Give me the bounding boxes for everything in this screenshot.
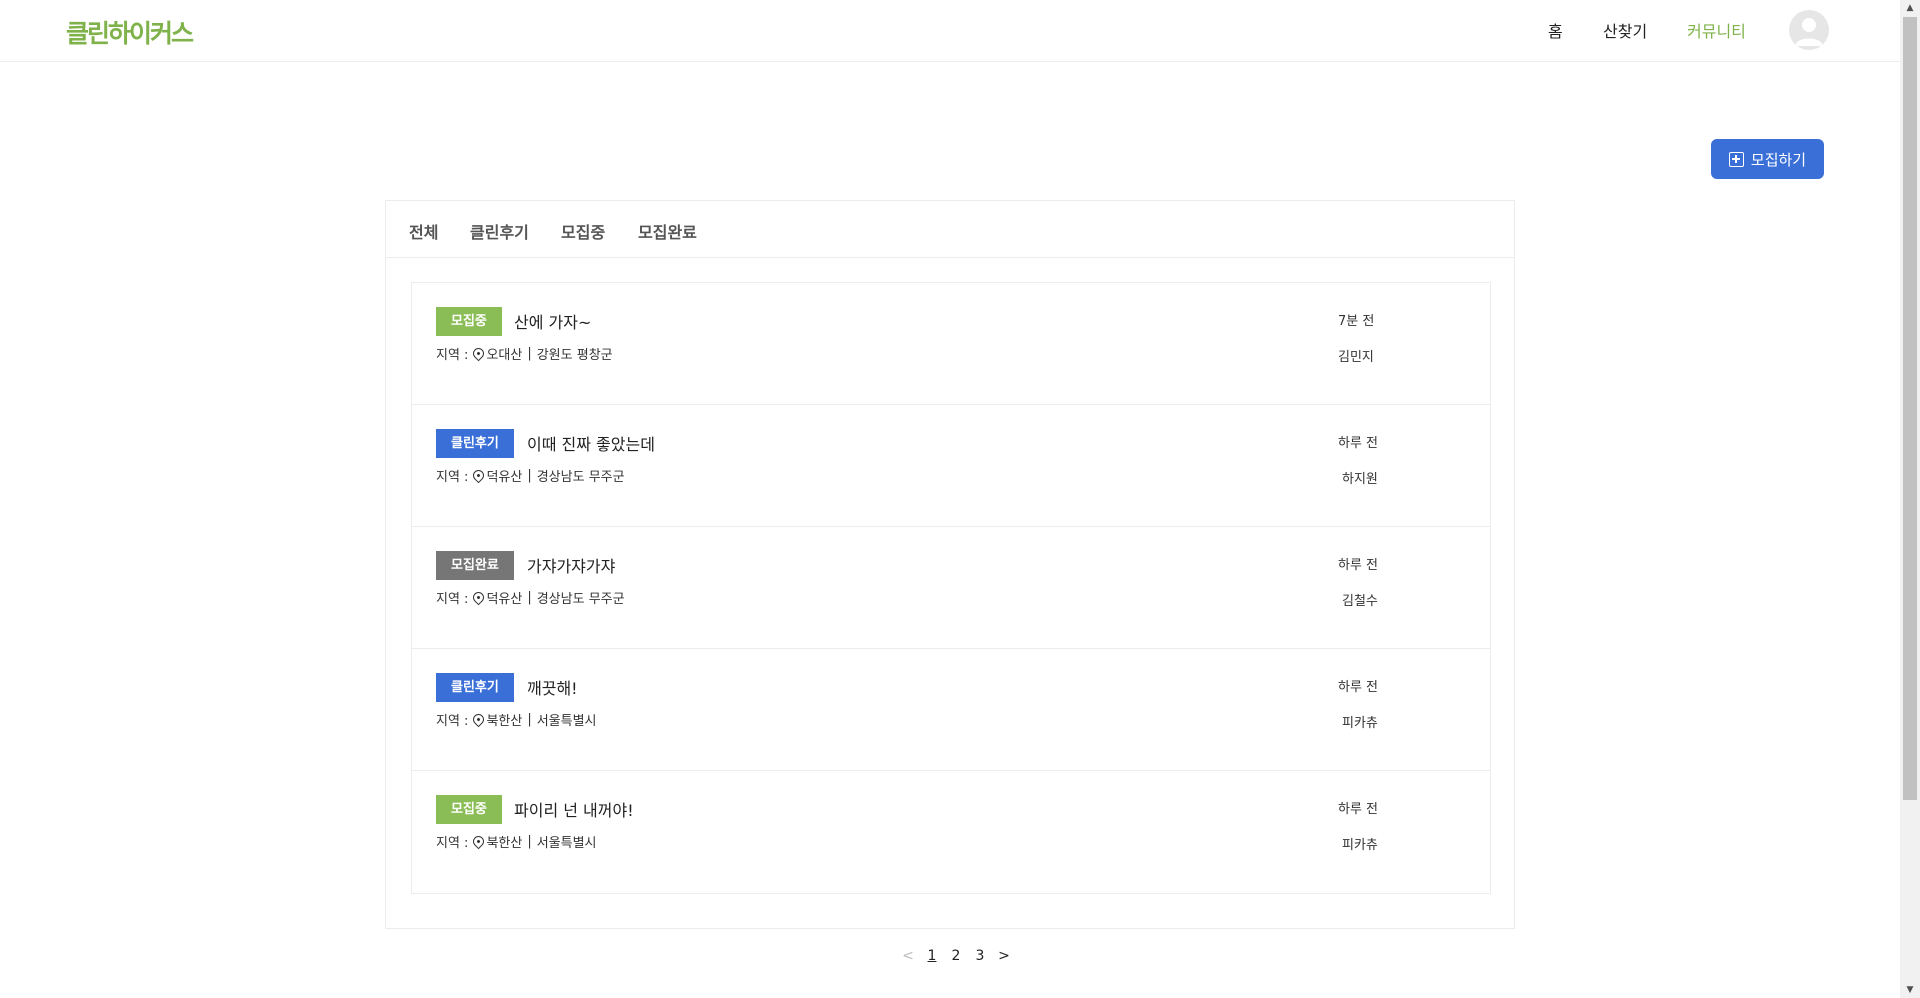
divider: |	[527, 590, 532, 605]
post-location: 경상남도 무주군	[536, 470, 625, 485]
next-page-button[interactable]: >	[992, 948, 1016, 964]
nav-home[interactable]: 홈	[1548, 18, 1563, 42]
divider: |	[527, 346, 532, 361]
post-mountain: 덕유산	[486, 470, 523, 485]
post-row[interactable]: 클린후기 이때 진짜 좋았는데 지역 : 덕유산 | 경상남도 무주군 하루 전…	[412, 405, 1490, 527]
post-region: 지역 : 오대산 | 강원도 평창군	[436, 344, 613, 363]
post-title: 이때 진짜 좋았는데	[527, 435, 655, 454]
tab-recruiting[interactable]: 모집중	[561, 219, 605, 243]
status-badge: 모집완료	[436, 551, 514, 580]
post-row[interactable]: 모집중 산에 가자~ 지역 : 오대산 | 강원도 평창군 7분 전 김민지	[412, 283, 1490, 405]
scroll-down-arrow-icon[interactable]: ▼	[1900, 982, 1920, 998]
page-3-button[interactable]: 3	[968, 948, 992, 964]
tab-all[interactable]: 전체	[409, 219, 438, 243]
post-time: 하루 전	[1338, 436, 1379, 451]
post-author: 김철수	[1342, 594, 1378, 609]
divider: |	[527, 834, 532, 849]
post-title: 산에 가자~	[514, 313, 592, 332]
post-time: 하루 전	[1338, 558, 1379, 573]
post-mountain: 오대산	[486, 348, 523, 363]
prev-page-button[interactable]: <	[896, 948, 920, 964]
user-avatar-icon[interactable]	[1789, 10, 1829, 50]
divider: |	[527, 712, 532, 727]
post-mountain: 북한산	[486, 836, 523, 851]
status-badge: 클린후기	[436, 429, 514, 458]
site-logo[interactable]: 클린하이커스	[66, 14, 194, 50]
post-time: 하루 전	[1338, 802, 1379, 817]
scrollbar-thumb[interactable]	[1903, 17, 1917, 800]
post-list: 모집중 산에 가자~ 지역 : 오대산 | 강원도 평창군 7분 전 김민지 클…	[411, 282, 1491, 894]
page-1-button[interactable]: 1	[920, 948, 944, 964]
post-author: 피카츄	[1342, 716, 1378, 731]
post-mountain: 북한산	[486, 714, 523, 729]
status-badge: 클린후기	[436, 673, 514, 702]
scroll-up-arrow-icon[interactable]: ▲	[1900, 0, 1920, 16]
tab-clean-review[interactable]: 클린후기	[470, 219, 529, 243]
status-badge: 모집중	[436, 795, 502, 824]
tab-recruit-done[interactable]: 모집완료	[638, 219, 697, 243]
post-location: 경상남도 무주군	[536, 592, 625, 607]
nav-mountain-search[interactable]: 산찾기	[1603, 18, 1647, 42]
post-region: 지역 : 덕유산 | 경상남도 무주군	[436, 466, 625, 485]
post-title: 깨끗해!	[527, 679, 578, 698]
post-row[interactable]: 클린후기 깨끗해! 지역 : 북한산 | 서울특별시 하루 전 피카츄	[412, 649, 1490, 771]
location-pin-icon	[471, 345, 487, 362]
post-region: 지역 : 북한산 | 서울특별시	[436, 832, 597, 851]
post-title: 가쟈가쟈가쟈	[527, 557, 616, 576]
page-2-button[interactable]: 2	[944, 948, 968, 964]
location-pin-icon	[471, 467, 487, 484]
post-region: 지역 : 북한산 | 서울특별시	[436, 710, 597, 729]
filter-tabs: 전체 클린후기 모집중 모집완료	[386, 201, 1514, 258]
post-time: 7분 전	[1338, 314, 1375, 329]
post-author: 피카츄	[1342, 838, 1378, 853]
recruit-button-label: 모집하기	[1750, 150, 1807, 169]
divider: |	[527, 468, 532, 483]
location-pin-icon	[471, 711, 487, 728]
post-location: 강원도 평창군	[536, 348, 613, 363]
pagination: < 1 2 3 >	[896, 948, 1016, 964]
post-author: 김민지	[1338, 350, 1374, 365]
region-label: 지역 :	[436, 470, 469, 485]
post-region: 지역 : 덕유산 | 경상남도 무주군	[436, 588, 625, 607]
plus-square-icon	[1728, 151, 1744, 167]
region-label: 지역 :	[436, 836, 469, 851]
recruit-button[interactable]: 모집하기	[1711, 139, 1824, 179]
post-title: 파이리 넌 내꺼야!	[514, 801, 634, 820]
region-label: 지역 :	[436, 714, 469, 729]
post-location: 서울특별시	[536, 714, 597, 729]
status-badge: 모집중	[436, 307, 502, 336]
post-row[interactable]: 모집중 파이리 넌 내꺼야! 지역 : 북한산 | 서울특별시 하루 전 피카츄	[412, 771, 1490, 893]
region-label: 지역 :	[436, 348, 469, 363]
post-row[interactable]: 모집완료 가쟈가쟈가쟈 지역 : 덕유산 | 경상남도 무주군 하루 전 김철수	[412, 527, 1490, 649]
region-label: 지역 :	[436, 592, 469, 607]
nav-community[interactable]: 커뮤니티	[1687, 18, 1746, 42]
post-location: 서울특별시	[536, 836, 597, 851]
vertical-scrollbar[interactable]: ▲ ▼	[1900, 0, 1920, 998]
community-panel: 전체 클린후기 모집중 모집완료 모집중 산에 가자~ 지역 : 오대산 | 강…	[385, 200, 1515, 929]
location-pin-icon	[471, 589, 487, 606]
post-time: 하루 전	[1338, 680, 1379, 695]
top-header: 클린하이커스 홈 산찾기 커뮤니티	[0, 0, 1900, 62]
location-pin-icon	[471, 833, 487, 850]
post-author: 하지원	[1342, 472, 1378, 487]
post-mountain: 덕유산	[486, 592, 523, 607]
